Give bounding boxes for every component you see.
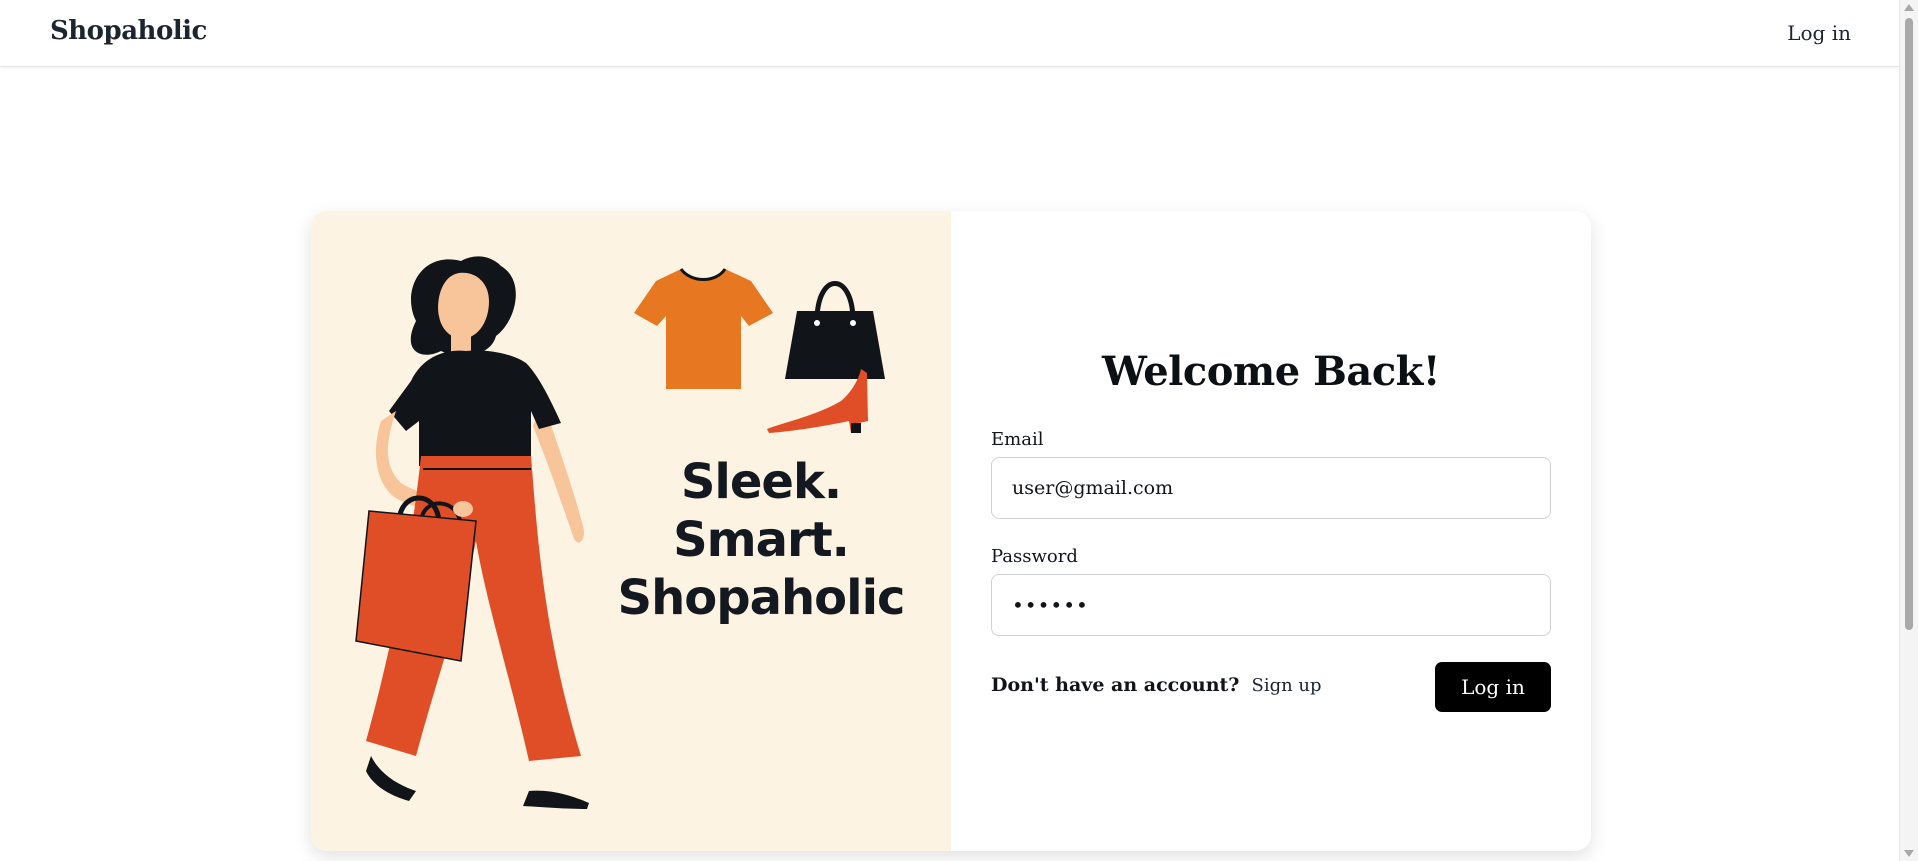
tagline-line-2: Shopaholic bbox=[617, 570, 906, 626]
hero-tagline: Sleek. Smart. Shopaholic bbox=[601, 453, 921, 627]
password-label: Password bbox=[991, 546, 1078, 567]
top-navbar: Shopaholic Log in bbox=[0, 0, 1899, 67]
email-field[interactable] bbox=[991, 457, 1551, 519]
orange-tshirt-icon bbox=[634, 268, 773, 389]
scroll-up-arrow-icon[interactable] bbox=[1904, 4, 1914, 11]
signup-link[interactable]: Sign up bbox=[1252, 675, 1322, 696]
black-handbag-icon bbox=[785, 281, 885, 379]
hero-panel: Sleek. Smart. Shopaholic bbox=[311, 211, 951, 851]
woman-shopper-icon bbox=[355, 256, 589, 809]
scrollbar-thumb[interactable] bbox=[1905, 18, 1913, 630]
tagline-line-1: Sleek. Smart. bbox=[673, 454, 850, 568]
nav-login-link[interactable]: Log in bbox=[1787, 21, 1851, 45]
login-form: Welcome Back! Email Password Don't have … bbox=[991, 211, 1551, 851]
password-field[interactable] bbox=[991, 574, 1551, 636]
form-title: Welcome Back! bbox=[1102, 348, 1440, 395]
login-button[interactable]: Log in bbox=[1435, 662, 1551, 712]
brand-logo[interactable]: Shopaholic bbox=[50, 16, 207, 46]
login-card: Sleek. Smart. Shopaholic Welcome Back! E… bbox=[311, 211, 1591, 851]
scroll-down-arrow-icon[interactable] bbox=[1904, 850, 1914, 857]
page-scrollbar[interactable] bbox=[1899, 0, 1918, 861]
email-label: Email bbox=[991, 429, 1044, 450]
signup-question: Don't have an account? bbox=[991, 674, 1240, 696]
signup-row: Don't have an account? Sign up bbox=[991, 674, 1322, 696]
